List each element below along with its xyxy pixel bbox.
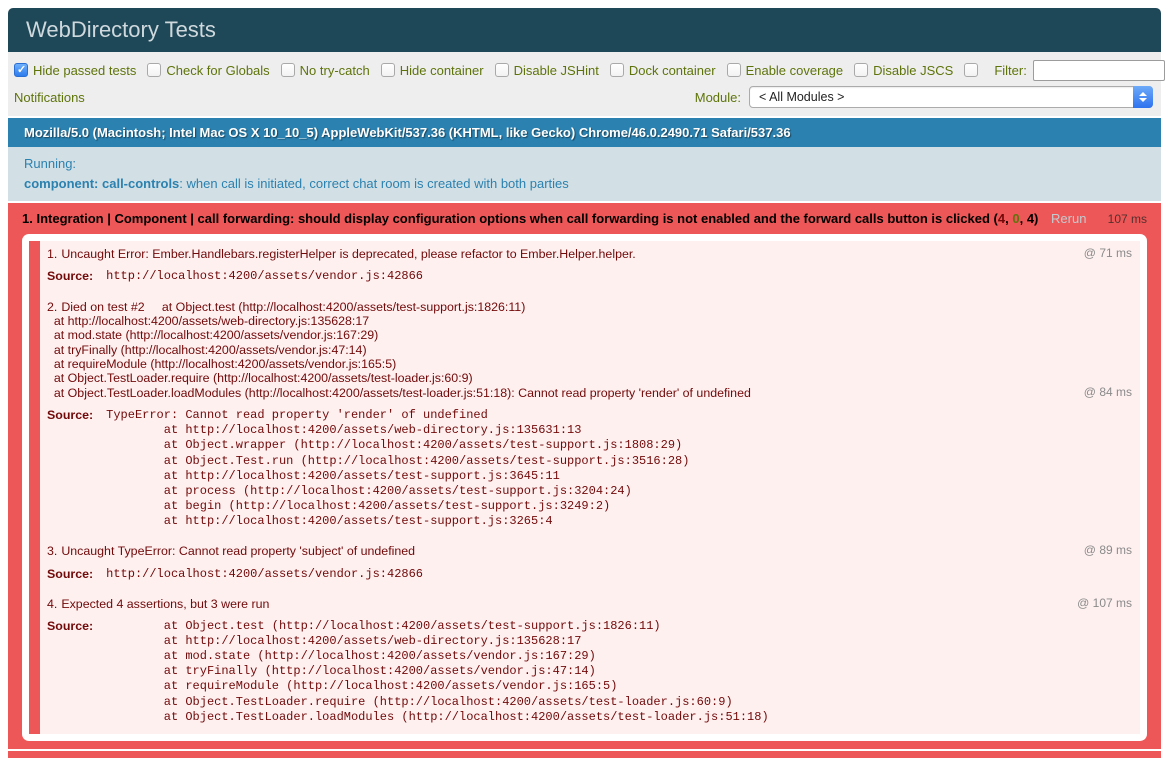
assertion-runtime: @ 84 ms (1084, 386, 1132, 400)
checkbox-icon[interactable] (854, 63, 868, 77)
source-label: Source: (47, 619, 93, 633)
test-toolbar: Hide passed tests Check for Globals No t… (8, 52, 1161, 116)
rerun-link[interactable]: Rerun (1051, 211, 1086, 226)
failed-test-title: 1. Integration | Component | call forwar… (22, 211, 1038, 226)
select-stepper-icon[interactable] (1133, 86, 1153, 108)
total-count: 4 (1027, 211, 1034, 226)
assertion-number: 3. (47, 544, 57, 558)
checkbox-label[interactable]: Check for Globals (166, 63, 269, 78)
source-text: at Object.test (http://localhost:4200/as… (106, 619, 769, 725)
assertion-runtime: @ 89 ms (1084, 544, 1132, 558)
passed-count: 0 (1012, 211, 1019, 226)
assertion-number: 4. (47, 597, 57, 611)
toolbar-row-1: Hide passed tests Check for Globals No t… (14, 59, 1153, 81)
running-module: component: call-controls (24, 176, 179, 191)
assertion-item-4: 4. Expected 4 assertions, but 3 were run @… (29, 591, 1140, 734)
assertion-source: Source: TypeError: Cannot read property … (47, 408, 1132, 529)
module-select[interactable]: < All Modules > (749, 86, 1153, 108)
assertion-item-3: 3. Uncaught TypeError: Cannot read proper… (29, 538, 1140, 591)
checkbox-icon[interactable] (14, 63, 28, 77)
checkbox-hide-passed-tests[interactable]: Hide passed tests (14, 63, 136, 78)
checkbox-label[interactable]: No try-catch (300, 63, 370, 78)
assertion-item-2: 2.Died on test #2 at Object.test (http:/… (29, 294, 1140, 539)
source-text: TypeError: Cannot read property 'render'… (106, 408, 689, 529)
assertion-message: Uncaught TypeError: Cannot read property… (61, 544, 415, 558)
source-label: Source: (47, 408, 93, 422)
checkbox-label[interactable]: Dock container (629, 63, 716, 78)
checkbox-icon[interactable] (495, 63, 509, 77)
failed-test-item: 107 ms 1. Integration | Component | call… (8, 203, 1161, 749)
assertion-list: 1. Uncaught Error: Ember.Handlebars.regis… (22, 234, 1147, 741)
source-text: http://localhost:4200/assets/vendor.js:4… (106, 567, 423, 582)
assertion-message: Expected 4 assertions, but 3 were run (61, 597, 269, 611)
module-select-value[interactable]: < All Modules > (750, 90, 844, 104)
checkbox-icon[interactable] (281, 63, 295, 77)
assertion-source: Source: http://localhost:4200/assets/ven… (47, 269, 1132, 284)
checkbox-icon[interactable] (964, 63, 978, 77)
source-label: Source: (47, 567, 93, 581)
checkbox-label[interactable]: Disable JSCS (873, 63, 953, 78)
filter-label: Filter: (994, 63, 1027, 78)
checkbox-enable-coverage[interactable]: Enable coverage (727, 63, 844, 78)
chevron-up-icon (1139, 92, 1147, 96)
page-title: WebDirectory Tests (8, 8, 1161, 52)
checkbox-label[interactable]: Hide container (400, 63, 484, 78)
module-label: Module: (695, 90, 741, 105)
test-result-status: Running: component: call-controls: when … (8, 147, 1161, 201)
checkbox-icon[interactable] (381, 63, 395, 77)
filter-input[interactable] (1033, 60, 1165, 81)
user-agent-bar: Mozilla/5.0 (Macintosh; Intel Mac OS X 1… (8, 118, 1161, 147)
checkbox-label[interactable]: Enable coverage (746, 63, 844, 78)
checkbox-disable-jscs[interactable]: Disable JSCS (854, 63, 953, 78)
checkbox-icon[interactable] (727, 63, 741, 77)
module-group: Module: < All Modules > (695, 86, 1153, 108)
qunit-page: WebDirectory Tests Hide passed tests Che… (8, 8, 1161, 758)
source-text: http://localhost:4200/assets/vendor.js:4… (106, 269, 423, 284)
chevron-down-icon (1139, 98, 1147, 102)
checkbox-icon[interactable] (147, 63, 161, 77)
assertion-source: Source: at Object.test (http://localhost… (47, 619, 1132, 725)
checkbox-notifications[interactable] (964, 63, 983, 77)
assertion-source: Source: http://localhost:4200/assets/ven… (47, 567, 1132, 582)
assertion-runtime: @ 71 ms (1084, 247, 1132, 261)
assertion-message: Died on test #2 at Object.test (http://l… (47, 300, 751, 400)
assertion-number: 2. (47, 300, 57, 314)
checkbox-check-for-globals[interactable]: Check for Globals (147, 63, 269, 78)
running-label: Running: (24, 154, 1145, 174)
checkbox-label[interactable]: Disable JSHint (514, 63, 599, 78)
assertion-number: 1. (47, 247, 57, 261)
checkbox-label[interactable]: Hide passed tests (33, 63, 136, 78)
checkbox-hide-container[interactable]: Hide container (381, 63, 484, 78)
assertion-message: Uncaught Error: Ember.Handlebars.registe… (61, 247, 635, 261)
next-failed-test-item (8, 751, 1161, 758)
checkbox-disable-jshint[interactable]: Disable JSHint (495, 63, 599, 78)
checkbox-dock-container[interactable]: Dock container (610, 63, 716, 78)
assertion-runtime: @ 107 ms (1077, 597, 1132, 611)
checkbox-icon[interactable] (610, 63, 624, 77)
source-label: Source: (47, 269, 93, 283)
filter-group: Filter: Go (994, 59, 1169, 81)
checkbox-no-try-catch[interactable]: No try-catch (281, 63, 370, 78)
running-test-name: component: call-controls: when call is i… (24, 174, 1145, 194)
checkbox-notifications-label[interactable]: Notifications (14, 90, 85, 105)
assertion-item-1: 1. Uncaught Error: Ember.Handlebars.regis… (29, 241, 1140, 294)
test-runtime: 107 ms (1108, 212, 1147, 226)
toolbar-row-2: Notifications Module: < All Modules > (14, 86, 1153, 108)
